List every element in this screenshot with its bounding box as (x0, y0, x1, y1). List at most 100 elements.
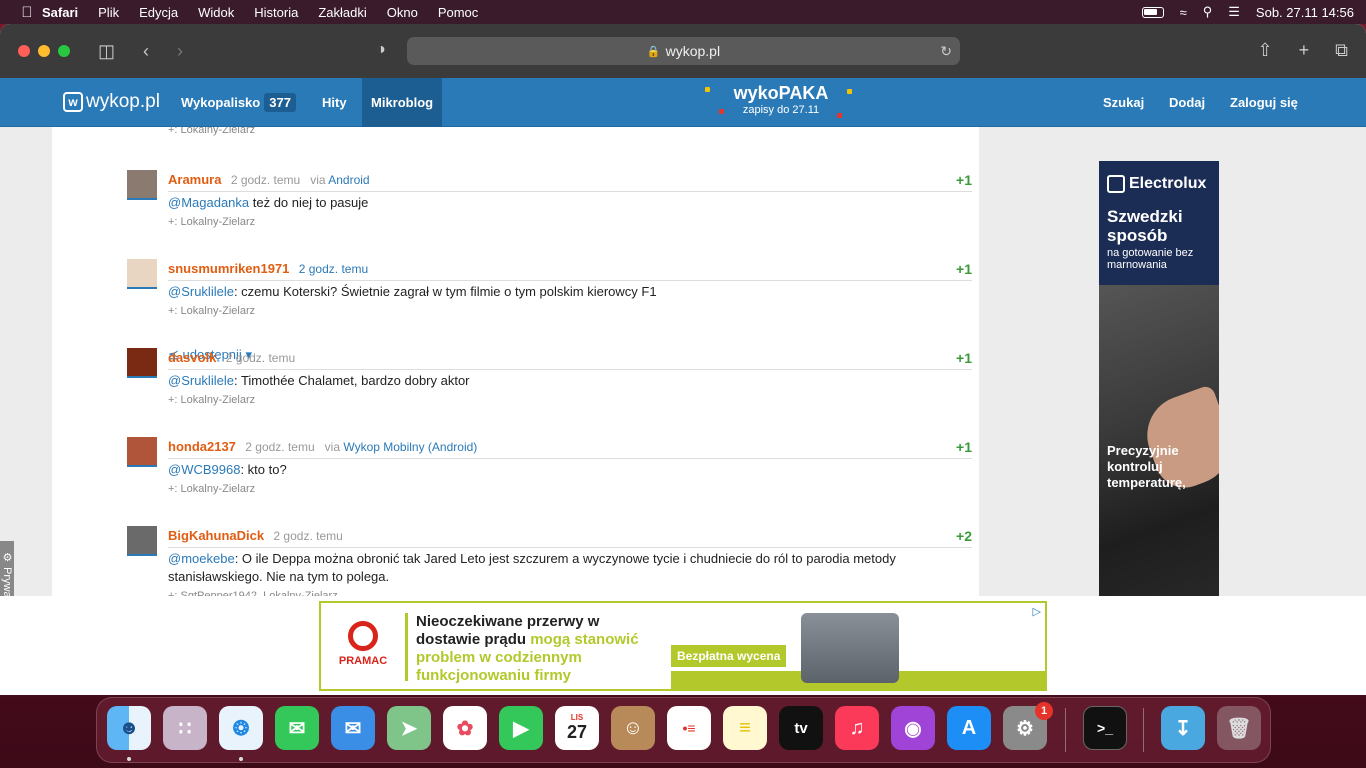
system-preferences-icon[interactable]: ⚙ 1 (1003, 702, 1053, 750)
share-icon[interactable]: ⇧ (1258, 40, 1273, 61)
app-store-icon[interactable]: A (947, 706, 991, 750)
apple-tv-icon[interactable]: tv (779, 706, 823, 750)
finder-icon[interactable]: ☻ (107, 706, 151, 750)
author-link[interactable]: honda2137 (168, 439, 236, 454)
confetti-icon (847, 89, 852, 94)
mail-icon[interactable]: ✉ (331, 706, 375, 750)
notes-icon[interactable]: ≡ (723, 706, 767, 750)
tag-link[interactable]: Lokalny-Zielarz (181, 216, 256, 228)
safari-icon[interactable]: ❂ (219, 706, 263, 750)
author-link[interactable]: dasvolk (168, 350, 216, 365)
menu-pomoc[interactable]: Pomoc (438, 5, 478, 20)
nav-wykopalisko-label: Wykopalisko (181, 95, 261, 110)
author-link[interactable]: snusmumriken1971 (168, 261, 289, 276)
photos-icon[interactable]: ✿ (443, 706, 487, 750)
wykop-logo[interactable]: w wykop.pl (63, 91, 160, 113)
post-time[interactable]: 2 godz. temu (226, 351, 295, 365)
mention-link[interactable]: @Sruklilele (168, 284, 234, 299)
tag-link[interactable]: Lokalny-Zielarz (181, 305, 256, 317)
nav-wykopalisko[interactable]: Wykopalisko 377 (172, 78, 305, 127)
post-body: @moekebe: O ile Deppa można obronić tak … (168, 550, 948, 586)
post-time[interactable]: 2 godz. temu (273, 529, 342, 543)
promo-title: wykoPAKA (733, 83, 829, 103)
menu-plik[interactable]: Plik (98, 5, 119, 20)
wifi-icon[interactable]: ≈ (1180, 5, 1187, 20)
podcasts-icon[interactable]: ◉ (891, 706, 935, 750)
vote-count[interactable]: +1 (956, 172, 972, 188)
avatar[interactable] (127, 526, 157, 556)
electrolux-side-ad[interactable]: Electrolux Szwedzki sposób na gotowanie … (1099, 161, 1219, 619)
running-indicator (239, 757, 243, 761)
vote-count[interactable]: +1 (956, 350, 972, 366)
apple-icon[interactable]:  (12, 4, 42, 21)
spotlight-search-icon[interactable]: ⚲ (1203, 4, 1213, 20)
tab-overview-icon[interactable]: ⧉ (1335, 40, 1348, 61)
reminders-icon[interactable]: •≡ (667, 706, 711, 750)
wykopaka-promo[interactable]: wykoPAKA zapisy do 27.11 (697, 81, 865, 125)
post-text: : O ile Deppa można obronić tak Jared Le… (168, 551, 896, 584)
nav-dodaj[interactable]: Dodaj (1160, 78, 1214, 127)
messages-icon[interactable]: ✉ (275, 706, 319, 750)
tag-link[interactable]: Lokalny-Zielarz (181, 394, 256, 406)
vote-count[interactable]: +1 (956, 261, 972, 277)
nav-mikroblog[interactable]: Mikroblog (362, 78, 443, 127)
author-link[interactable]: BigKahunaDick (168, 528, 264, 543)
launchpad-icon[interactable]: ∷ (163, 706, 207, 750)
reload-icon[interactable]: ↻ (940, 43, 952, 60)
menu-edycja[interactable]: Edycja (139, 5, 178, 20)
facetime-icon[interactable]: ▶ (499, 706, 543, 750)
author-link[interactable]: Aramura (168, 172, 221, 187)
via-link[interactable]: Android (328, 173, 369, 187)
battery-icon[interactable] (1141, 6, 1164, 18)
mention-link[interactable]: @moekebe (168, 551, 235, 566)
via-link[interactable]: Wykop Mobilny (Android) (343, 440, 477, 454)
contacts-icon[interactable]: ☺ (611, 706, 655, 750)
tag-link[interactable]: Lokalny-Zielarz (181, 483, 256, 495)
tag-link[interactable]: Lokalny-Zielarz (181, 127, 256, 136)
sidebar-toggle-icon[interactable]: ◫ (98, 41, 115, 62)
forward-icon[interactable]: › (177, 41, 183, 62)
avatar[interactable] (127, 170, 157, 200)
avatar[interactable] (127, 259, 157, 289)
menu-zakladki[interactable]: Zakładki (318, 5, 366, 20)
back-icon[interactable]: ‹ (143, 41, 149, 62)
pramac-banner-ad[interactable]: PRAMAC Nieoczekiwane przerwy w dostawie … (319, 601, 1047, 691)
calendar-icon[interactable]: LIS 27 (555, 706, 599, 750)
nav-zaloguj[interactable]: Zaloguj się (1221, 78, 1307, 127)
gear-icon: ⚙ (1, 550, 13, 564)
minimize-window-button[interactable] (38, 45, 50, 57)
mention-link[interactable]: @Sruklilele (168, 373, 234, 388)
post-time[interactable]: 2 godz. temu (299, 262, 368, 276)
nav-hity[interactable]: Hity (313, 78, 356, 127)
avatar[interactable] (127, 348, 157, 378)
privacy-shield-icon[interactable]: ◑ (376, 41, 386, 59)
vote-count[interactable]: +2 (956, 528, 972, 544)
new-tab-icon[interactable]: + (1299, 40, 1310, 61)
mention-link[interactable]: @Magadanka (168, 195, 249, 210)
zoom-window-button[interactable] (58, 45, 70, 57)
downloads-folder-icon[interactable]: ↧ (1161, 706, 1205, 750)
post-time[interactable]: 2 godz. temu (231, 173, 300, 187)
wykopalisko-count-badge: 377 (264, 93, 296, 112)
address-bar[interactable]: 🔒 wykop.pl ↻ (407, 37, 960, 65)
adchoices-icon[interactable]: ▷ (1033, 605, 1041, 618)
trash-icon[interactable]: 🗑 (1217, 706, 1261, 750)
menu-widok[interactable]: Widok (198, 5, 234, 20)
terminal-icon[interactable]: >_ (1083, 706, 1127, 750)
banner-text: Nieoczekiwane przerwy w dostawie prądu m… (416, 613, 656, 685)
avatar[interactable] (127, 437, 157, 467)
free-quote-button[interactable]: Bezpłatna wycena (671, 645, 787, 667)
control-center-icon[interactable]: ☰ (1228, 4, 1240, 20)
close-window-button[interactable] (18, 45, 30, 57)
post-time[interactable]: 2 godz. temu (245, 440, 314, 454)
menubar-clock[interactable]: Sob. 27.11 14:56 (1256, 5, 1354, 20)
nav-szukaj[interactable]: Szukaj (1094, 78, 1153, 127)
menu-app-safari[interactable]: Safari (42, 5, 78, 20)
music-icon[interactable]: ♫ (835, 706, 879, 750)
menu-historia[interactable]: Historia (254, 5, 298, 20)
maps-icon[interactable]: ➤ (387, 706, 431, 750)
post-text: też do niej to pasuje (249, 195, 369, 210)
menu-okno[interactable]: Okno (387, 5, 418, 20)
vote-count[interactable]: +1 (956, 439, 972, 455)
mention-link[interactable]: @WCB9968 (168, 462, 240, 477)
